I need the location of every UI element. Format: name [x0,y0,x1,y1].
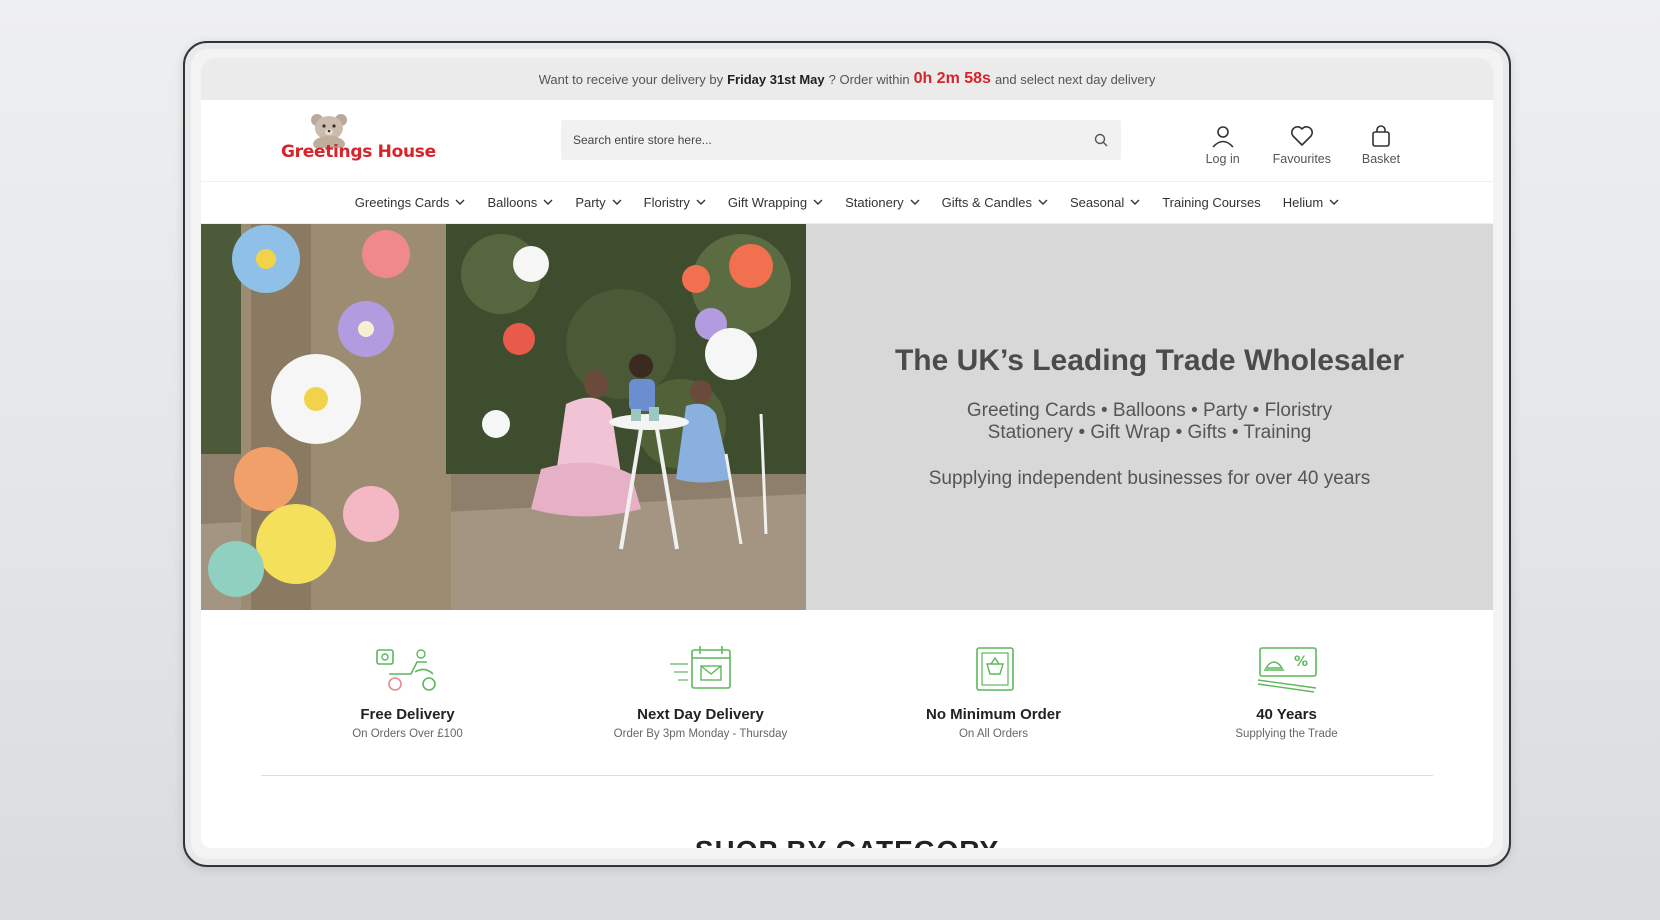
discount-tag-icon: % [1257,647,1317,693]
nav-label: Stationery [845,195,904,210]
basket-document-icon [975,647,1014,691]
hero-categories-line1: Greeting Cards • Balloons • Party • Flor… [966,400,1333,421]
nav-gift-wrapping[interactable]: Gift Wrapping [717,195,834,210]
feature-title: 40 Years [1256,706,1317,723]
feature-next-day-delivery: Next Day Delivery Order By 3pm Monday - … [581,644,821,775]
nav-label: Helium [1282,195,1324,210]
chevron-down-icon [612,199,622,205]
chevron-down-icon [455,199,465,205]
header-actions: Log in Favourites Basket [1203,124,1401,166]
promo-date: Friday 31st May [727,71,825,87]
feature-40-years: % 40 Years Supplying the Trade [1167,644,1407,775]
favourites-button[interactable]: Favourites [1273,124,1331,166]
garden-tea-party-image [201,224,806,610]
hero-image [201,224,806,610]
nav-balloons[interactable]: Balloons [476,195,564,210]
site-logo[interactable]: Greetings House [281,112,436,170]
search-bar[interactable] [561,120,1121,160]
basket-label: Basket [1361,152,1401,166]
feature-subtitle: On All Orders [958,728,1029,740]
chevron-down-icon [696,199,706,205]
logo-text: Greetings House [281,142,436,162]
feature-title: Next Day Delivery [637,706,764,723]
nav-floristry[interactable]: Floristry [633,195,717,210]
chevron-down-icon [910,199,920,205]
calendar-mail-icon [669,646,731,689]
hero-banner[interactable]: The UK’s Leading Trade Wholesaler Greeti… [201,224,1493,610]
heart-icon [1290,126,1313,146]
delivery-scooter-icon [375,649,436,691]
login-button[interactable]: Log in [1203,124,1243,166]
shop-by-category-heading: SHOP BY CATEGORY [201,831,1493,848]
nav-label: Gift Wrapping [727,195,808,210]
search-icon[interactable] [1093,132,1109,148]
hero-categories-line2: Stationery • Gift Wrap • Gifts • Trainin… [987,422,1312,443]
nav-label: Floristry [643,195,690,210]
feature-subtitle: Supplying the Trade [1235,728,1338,740]
feature-subtitle: Order By 3pm Monday - Thursday [613,728,788,740]
chevron-down-icon [543,199,553,205]
feature-title: No Minimum Order [925,706,1061,723]
user-icon [1212,126,1234,148]
favourites-label: Favourites [1272,152,1331,166]
nav-seasonal[interactable]: Seasonal [1059,195,1151,210]
promo-middle: ? Order within [828,71,910,87]
nav-label: Greetings Cards [354,195,450,210]
login-label: Log in [1205,152,1240,166]
section-divider [261,775,1433,776]
feature-subtitle: On Orders Over £100 [352,728,463,740]
countdown-timer: 0h 2m 58s [913,70,991,87]
chevron-down-icon [1038,199,1048,205]
site-header: Greetings House Log in Favourites [201,100,1493,182]
nav-gifts-candles[interactable]: Gifts & Candles [931,195,1059,210]
delivery-promo-bar: Want to receive your delivery by Friday … [201,58,1493,100]
nav-label: Gifts & Candles [941,195,1032,210]
nav-training-courses[interactable]: Training Courses [1151,195,1272,210]
nav-party[interactable]: Party [564,195,632,210]
feature-title: Free Delivery [360,706,455,723]
feature-free-delivery: Free Delivery On Orders Over £100 [288,644,528,775]
chevron-down-icon [813,199,823,205]
svg-text:%: % [1294,654,1308,670]
chevron-down-icon [1130,199,1140,205]
nav-greetings-cards[interactable]: Greetings Cards [344,195,477,210]
chevron-down-icon [1329,199,1339,205]
promo-suffix: and select next day delivery [994,71,1156,87]
nav-stationery[interactable]: Stationery [834,195,931,210]
promo-prefix: Want to receive your delivery by [538,71,724,87]
nav-label: Seasonal [1070,195,1125,210]
nav-label: Party [575,195,606,210]
shopping-bag-icon [1372,125,1390,147]
feature-no-minimum-order: No Minimum Order On All Orders [874,644,1114,775]
basket-button[interactable]: Basket [1361,124,1401,166]
nav-helium[interactable]: Helium [1272,195,1350,210]
hero-tagline: Supplying independent businesses for ove… [928,468,1371,489]
browser-viewport: Want to receive your delivery by Friday … [201,58,1493,848]
search-input[interactable] [573,133,1093,147]
main-navigation: Greetings Cards Balloons Party Floristry… [201,182,1493,224]
hero-text-block: The UK’s Leading Trade Wholesaler Greeti… [806,224,1493,610]
nav-label: Balloons [487,195,538,210]
nav-label: Training Courses [1162,195,1261,210]
hero-title: The UK’s Leading Trade Wholesaler [894,344,1404,377]
usp-features: Free Delivery On Orders Over £100 Next D… [201,610,1493,775]
